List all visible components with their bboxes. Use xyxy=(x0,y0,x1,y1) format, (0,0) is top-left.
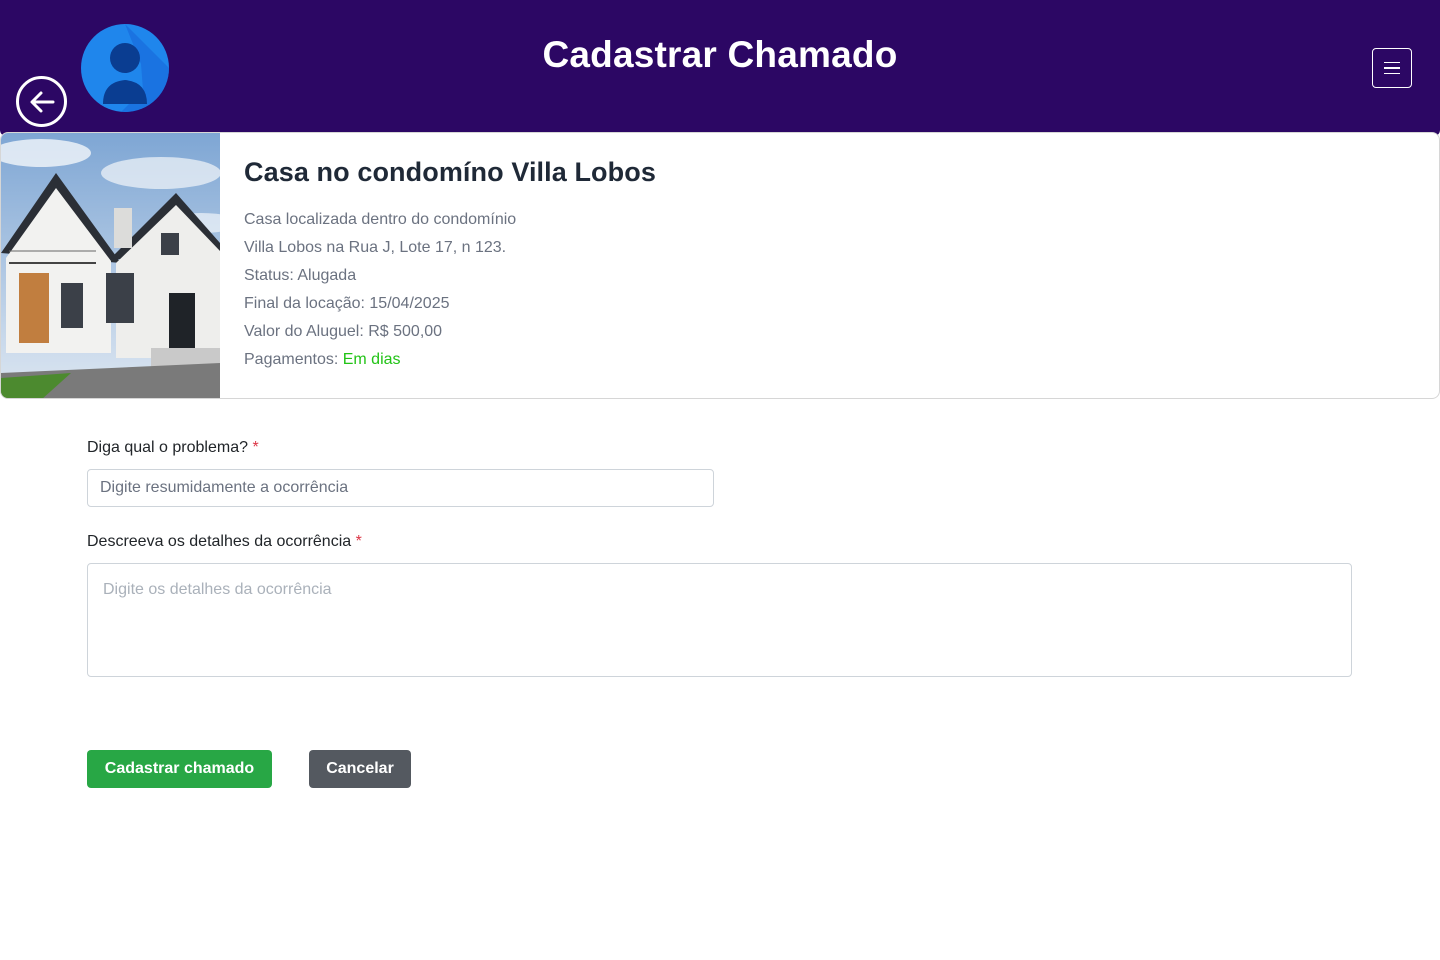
arrow-left-icon xyxy=(30,91,54,112)
property-title: Casa no condomíno Villa Lobos xyxy=(244,157,656,187)
page-title: Cadastrar Chamado xyxy=(542,34,898,75)
property-lease-end: Final da locação: 15/04/2025 xyxy=(244,295,450,312)
payments-status-badge: Em dias xyxy=(342,351,401,368)
menu-line xyxy=(1384,67,1400,69)
details-textarea[interactable] xyxy=(87,563,1352,677)
property-payments: Pagamentos: Em dias xyxy=(244,346,656,374)
property-details: Casa no condomíno Villa Lobos Casa local… xyxy=(244,157,656,374)
problem-label-text: Diga qual o problema? xyxy=(87,439,248,456)
problem-input[interactable] xyxy=(87,469,714,507)
details-label: Descreeva os detalhes da ocorrência * xyxy=(87,533,362,551)
problem-label: Diga qual o problema? * xyxy=(87,439,259,457)
required-marker: * xyxy=(252,439,259,456)
property-card: Casa no condomíno Villa Lobos Casa local… xyxy=(0,132,1440,399)
back-button[interactable] xyxy=(16,76,67,127)
required-marker: * xyxy=(355,533,362,550)
property-rent: Valor do Aluguel: R$ 500,00 xyxy=(244,323,443,340)
property-address-line: Villa Lobos na Rua J, Lote 17, n 123. xyxy=(244,239,507,256)
app-header: Cadastrar Chamado xyxy=(0,0,1440,136)
menu-line xyxy=(1384,72,1400,75)
property-status: Status: Alugada xyxy=(244,267,357,284)
menu-line xyxy=(1384,61,1400,64)
cancel-button[interactable]: Cancelar xyxy=(309,750,411,788)
submit-ticket-button[interactable]: Cadastrar chamado xyxy=(87,750,272,788)
hamburger-menu-button[interactable] xyxy=(1372,48,1412,88)
details-label-text: Descreeva os detalhes da ocorrência xyxy=(87,533,352,550)
property-photo xyxy=(1,133,220,398)
payments-label: Pagamentos: xyxy=(244,351,339,368)
property-description-line: Casa localizada dentro do condomínio xyxy=(244,211,517,228)
